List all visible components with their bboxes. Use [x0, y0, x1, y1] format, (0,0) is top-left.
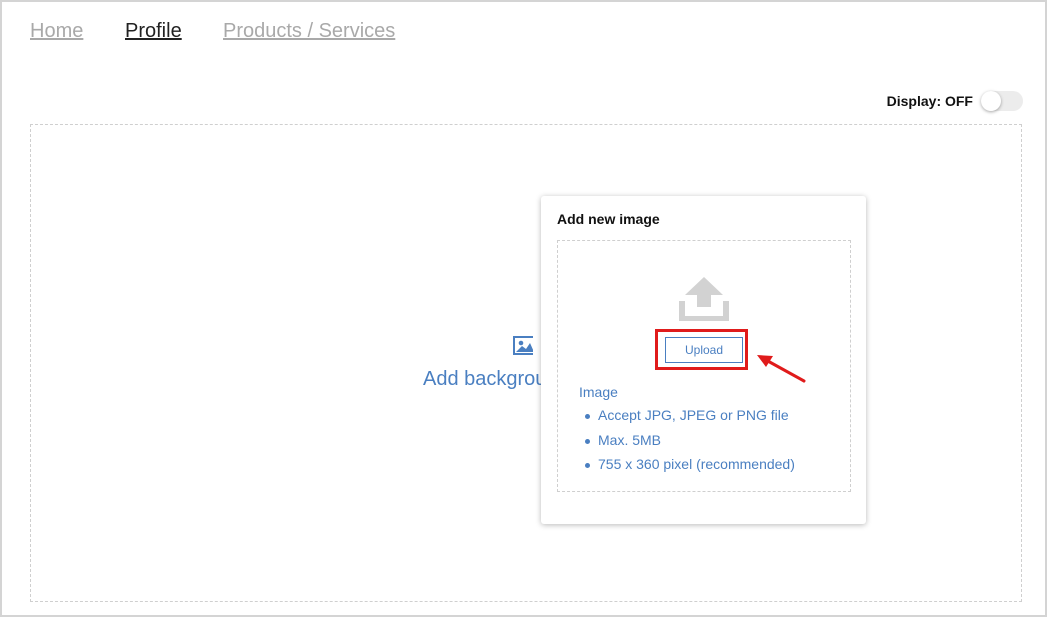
nav-products-services-link[interactable]: Products / Services [223, 20, 395, 43]
requirement-item: 755 x 360 pixel (recommended) [579, 456, 795, 481]
annotation-arrow-icon [757, 355, 806, 383]
add-background-label: Add backgrou [423, 368, 547, 390]
popup-title: Add new image [557, 211, 660, 227]
display-setting: Display: OFF [887, 90, 1023, 112]
requirement-item: Max. 5MB [579, 432, 795, 457]
image-icon [513, 334, 539, 356]
upload-button[interactable]: Upload [665, 337, 743, 363]
requirement-item: Accept JPG, JPEG or PNG file [579, 407, 795, 432]
nav-home-link[interactable]: Home [30, 20, 83, 43]
requirements-title: Image [579, 384, 618, 400]
toggle-knob [981, 91, 1001, 111]
nav-profile-link[interactable]: Profile [125, 20, 182, 43]
requirements-list: Accept JPG, JPEG or PNG file Max. 5MB 75… [579, 407, 795, 481]
add-image-popup: Add new image Upload Image Accept JPG, J… [541, 196, 866, 524]
background-drop-area[interactable] [30, 124, 1022, 602]
upload-icon [679, 277, 729, 321]
display-toggle[interactable] [981, 91, 1023, 111]
display-status-label: Display: OFF [886, 93, 973, 109]
